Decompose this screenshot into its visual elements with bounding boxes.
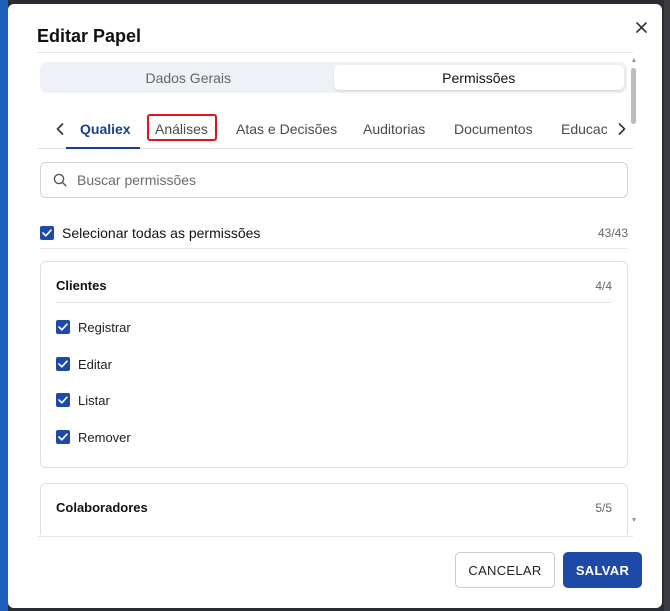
segment-permissoes[interactable]: Permissões [333,65,624,90]
save-button[interactable]: SALVAR [563,552,642,588]
search-box [40,162,628,198]
permission-tabs: Qualiex Análises Atas e Decisões Auditor… [37,109,633,149]
dialog-body[interactable]: Dados Gerais Permissões Qualiex Análises… [8,53,662,535]
check-icon [58,360,68,368]
check-icon [58,433,68,441]
scroll-up-arrow-icon[interactable]: ▲ [630,57,638,65]
tabs-next-button[interactable] [613,119,631,139]
close-icon [635,21,647,33]
check-icon [42,229,52,237]
edit-role-dialog: Editar Papel Dados Gerais Permissões Qua… [8,4,662,608]
permission-item-remover: Remover [56,428,356,448]
scroll-down-arrow-icon[interactable]: ▼ [630,517,638,525]
permission-checkbox[interactable] [56,430,70,444]
dialog-title: Editar Papel [37,26,142,46]
segment-dados-gerais[interactable]: Dados Gerais [43,65,334,90]
chevron-left-icon [56,123,64,135]
active-tab-indicator [66,147,140,149]
tab-analises[interactable]: Análises [155,121,208,137]
select-all-label: Selecionar todas as permissões [62,225,261,241]
permission-group-clientes: Clientes 4/4 Registrar Editar Listar Rem… [40,261,628,468]
backdrop-right [664,0,670,611]
group-title: Clientes [56,278,107,293]
permission-label: Remover [78,430,131,445]
tab-documentos[interactable]: Documentos [454,121,533,137]
check-icon [58,396,68,404]
permission-checkbox[interactable] [56,357,70,371]
backdrop-left [0,0,8,611]
permission-checkbox[interactable] [56,320,70,334]
scrollbar-thumb[interactable] [631,68,636,124]
group-count: 5/5 [595,501,612,515]
permission-item-editar: Editar [56,355,356,375]
tab-atas-e-decisoes[interactable]: Atas e Decisões [236,121,337,137]
group-divider [56,302,611,303]
check-icon [58,323,68,331]
group-count: 4/4 [595,279,612,293]
tab-qualiex[interactable]: Qualiex [80,121,131,137]
search-input[interactable] [77,172,597,188]
scrollbar[interactable]: ▲ ▼ [630,57,638,527]
permission-item-listar: Listar [56,391,356,411]
select-all-checkbox[interactable] [40,226,54,240]
permission-label: Listar [78,393,110,408]
permission-item-registrar: Registrar [56,318,356,338]
segmented-control: Dados Gerais Permissões [40,62,627,93]
tab-educacao[interactable]: Educac [561,121,607,137]
permission-label: Editar [78,357,112,372]
close-button[interactable] [632,18,650,36]
footer-divider [37,536,633,537]
permission-group-colaboradores: Colaboradores 5/5 [40,483,628,535]
tabs-prev-button[interactable] [51,119,69,139]
cancel-button[interactable]: CANCELAR [455,552,555,588]
select-all-row: Selecionar todas as permissões 43/43 [40,219,628,247]
select-all-divider [40,248,628,249]
chevron-right-icon [618,123,626,135]
search-icon [53,173,67,187]
group-title: Colaboradores [56,500,148,515]
permission-label: Registrar [78,320,131,335]
permission-checkbox[interactable] [56,393,70,407]
tab-auditorias[interactable]: Auditorias [363,121,425,137]
select-all-count: 43/43 [597,226,628,240]
